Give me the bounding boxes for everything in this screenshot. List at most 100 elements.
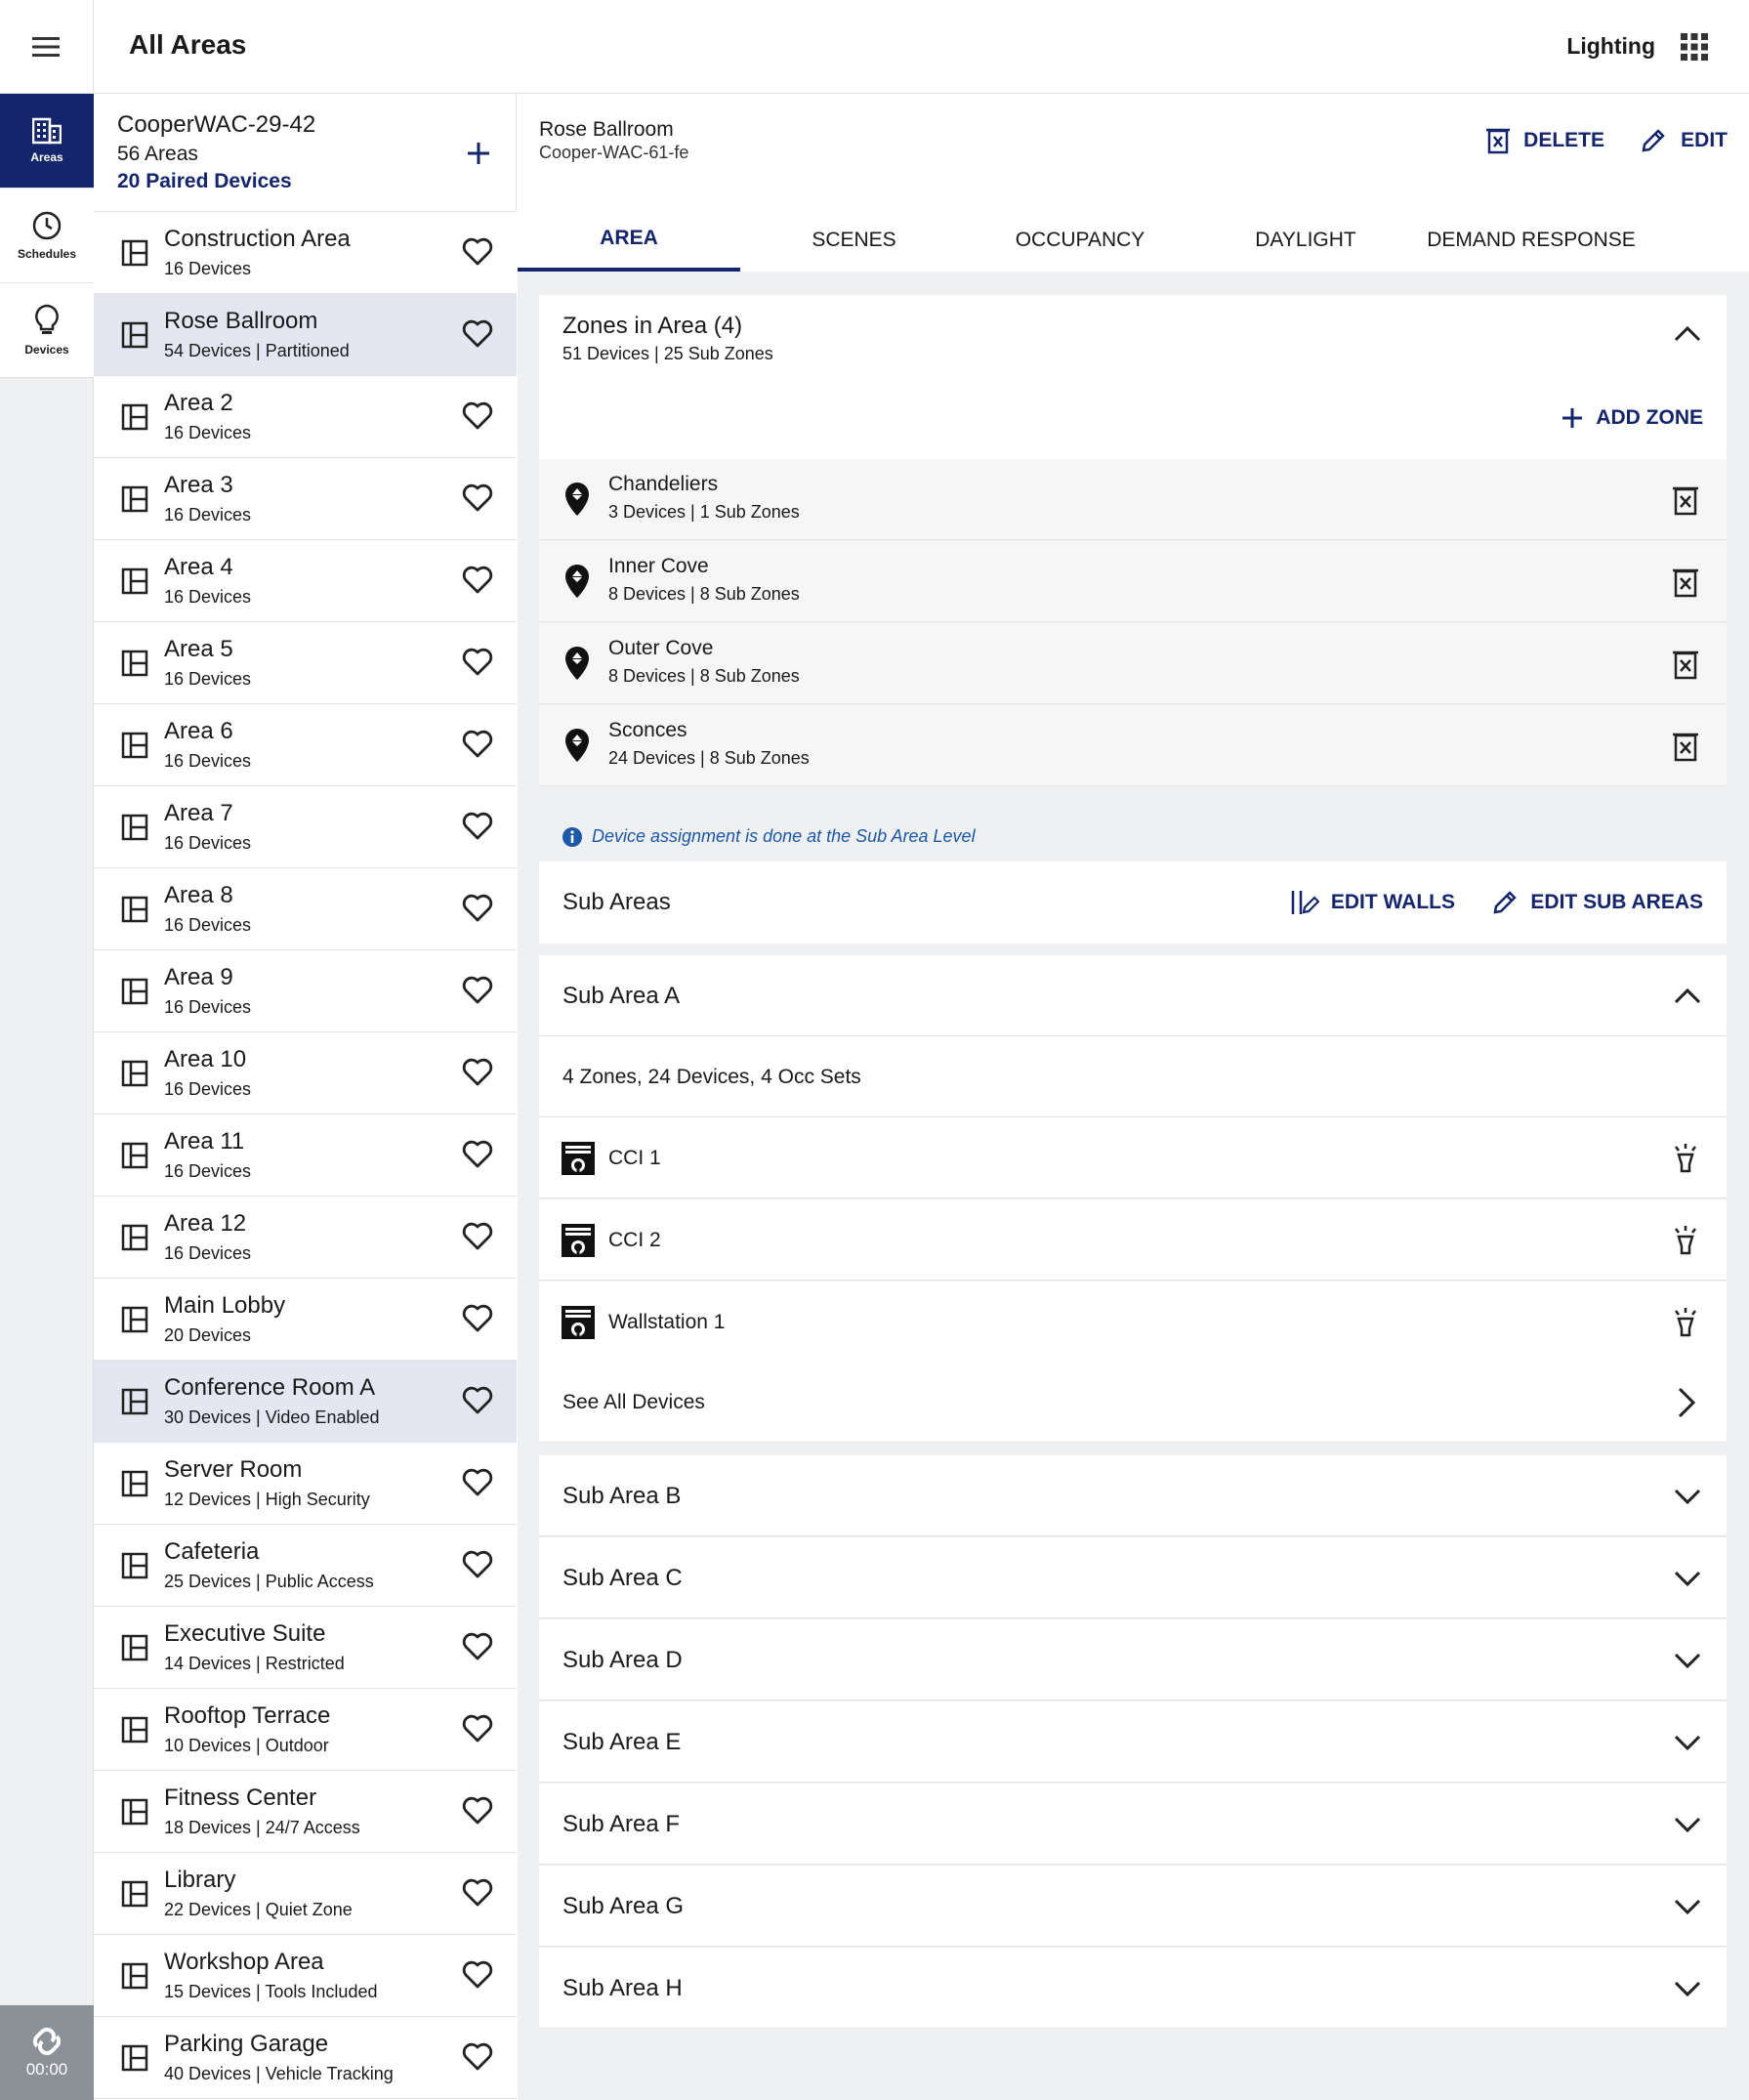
heart-icon[interactable]: [462, 648, 493, 677]
heart-icon[interactable]: [462, 1140, 493, 1169]
identify-light-icon[interactable]: [1670, 1223, 1701, 1258]
add-zone-label: ADD ZONE: [1596, 406, 1703, 429]
heart-icon[interactable]: [462, 319, 493, 349]
paired-devices-link[interactable]: 20 Paired Devices: [117, 170, 292, 193]
heart-icon[interactable]: [462, 1550, 493, 1579]
chevron-up-icon[interactable]: [1672, 981, 1703, 1012]
heart-icon[interactable]: [462, 1058, 493, 1087]
area-list-item[interactable]: Construction Area 16 Devices: [94, 212, 517, 294]
area-list-item[interactable]: Area 9 16 Devices: [94, 950, 517, 1032]
heart-icon[interactable]: [462, 483, 493, 513]
heart-icon[interactable]: [462, 401, 493, 431]
rail-item-schedules[interactable]: Schedules: [0, 189, 94, 283]
area-list-item[interactable]: Fitness Center 18 Devices | 24/7 Access: [94, 1771, 517, 1853]
heart-icon[interactable]: [462, 1714, 493, 1743]
area-list-item[interactable]: Main Lobby 20 Devices: [94, 1279, 517, 1361]
heart-icon[interactable]: [462, 2042, 493, 2072]
area-list-item[interactable]: Area 8 16 Devices: [94, 868, 517, 950]
see-all-devices-row[interactable]: See All Devices: [539, 1362, 1727, 1443]
heart-icon[interactable]: [462, 1222, 493, 1251]
tab-occupancy[interactable]: OCCUPANCY: [968, 209, 1192, 272]
heart-icon[interactable]: [462, 730, 493, 759]
app-grid-icon[interactable]: [1679, 31, 1710, 63]
area-list-item[interactable]: Area 6 16 Devices: [94, 704, 517, 786]
sub-area-row[interactable]: Sub Area D: [539, 1619, 1727, 1701]
area-list-item[interactable]: Area 5 16 Devices: [94, 622, 517, 704]
sub-area-row[interactable]: Sub Area E: [539, 1701, 1727, 1783]
identify-light-icon[interactable]: [1670, 1141, 1701, 1176]
area-list-item[interactable]: Server Room 12 Devices | High Security: [94, 1443, 517, 1525]
device-row[interactable]: CCI 2: [539, 1199, 1727, 1281]
heart-icon[interactable]: [462, 1796, 493, 1826]
heart-icon[interactable]: [462, 1632, 493, 1661]
area-list-item[interactable]: Library 22 Devices | Quiet Zone: [94, 1853, 517, 1935]
delete-icon[interactable]: [1672, 649, 1699, 680]
heart-icon[interactable]: [462, 237, 493, 267]
rail-item-devices[interactable]: Devices: [0, 283, 94, 378]
connection-status[interactable]: 00:00: [0, 2005, 94, 2100]
zone-row[interactable]: Chandeliers 3 Devices | 1 Sub Zones: [539, 459, 1727, 540]
rail-item-areas[interactable]: Areas: [0, 94, 94, 189]
chevron-down-icon[interactable]: [1672, 1809, 1703, 1840]
heart-icon[interactable]: [462, 812, 493, 841]
edit-walls-button[interactable]: EDIT WALLS: [1290, 889, 1455, 916]
delete-icon[interactable]: [1672, 731, 1699, 762]
area-list-item[interactable]: Workshop Area 15 Devices | Tools Included: [94, 1935, 517, 2017]
edit-sub-areas-button[interactable]: EDIT SUB AREAS: [1491, 889, 1703, 916]
heart-icon[interactable]: [462, 894, 493, 923]
heart-icon[interactable]: [462, 1960, 493, 1990]
heart-icon[interactable]: [462, 976, 493, 1005]
chevron-up-icon[interactable]: [1672, 318, 1703, 350]
area-list-item[interactable]: Cafeteria 25 Devices | Public Access: [94, 1525, 517, 1607]
top-bar: All Areas Lighting: [0, 0, 1749, 94]
identify-light-icon[interactable]: [1670, 1305, 1701, 1340]
delete-button[interactable]: DELETE: [1486, 127, 1604, 154]
delete-icon[interactable]: [1672, 484, 1699, 516]
area-list-item[interactable]: Conference Room A 30 Devices | Video Enab…: [94, 1361, 517, 1443]
chevron-down-icon[interactable]: [1672, 1727, 1703, 1758]
tab-area[interactable]: AREA: [518, 209, 740, 272]
zone-row[interactable]: Sconces 24 Devices | 8 Sub Zones: [539, 705, 1727, 786]
chevron-down-icon[interactable]: [1672, 1645, 1703, 1676]
heart-icon[interactable]: [462, 1878, 493, 1908]
sub-area-row[interactable]: Sub Area B: [539, 1455, 1727, 1536]
area-list-item[interactable]: Parking Garage 40 Devices | Vehicle Track…: [94, 2017, 517, 2099]
area-list-item[interactable]: Area 3 16 Devices: [94, 458, 517, 540]
heart-icon[interactable]: [462, 1304, 493, 1333]
zone-row[interactable]: Inner Cove 8 Devices | 8 Sub Zones: [539, 541, 1727, 622]
heart-icon[interactable]: [462, 566, 493, 595]
menu-button[interactable]: [0, 0, 94, 94]
heart-icon[interactable]: [462, 1468, 493, 1497]
hamburger-menu-icon: [31, 37, 60, 57]
area-list-item[interactable]: Area 7 16 Devices: [94, 786, 517, 868]
add-area-icon[interactable]: [464, 139, 493, 168]
zone-row[interactable]: Outer Cove 8 Devices | 8 Sub Zones: [539, 623, 1727, 704]
area-list-item[interactable]: Rose Ballroom 54 Devices | Partitioned: [94, 294, 517, 376]
area-list-item[interactable]: Area 2 16 Devices: [94, 376, 517, 458]
tab-scenes[interactable]: SCENES: [740, 209, 968, 272]
area-list-item[interactable]: Area 4 16 Devices: [94, 540, 517, 622]
device-row[interactable]: CCI 1: [539, 1117, 1727, 1198]
sub-area-row[interactable]: Sub Area G: [539, 1866, 1727, 1947]
chevron-down-icon[interactable]: [1672, 1973, 1703, 2004]
sub-area-row[interactable]: Sub Area C: [539, 1537, 1727, 1618]
delete-icon[interactable]: [1672, 567, 1699, 598]
tab-daylight[interactable]: DAYLIGHT: [1192, 209, 1419, 272]
area-list-item[interactable]: Rooftop Terrace 10 Devices | Outdoor: [94, 1689, 517, 1771]
chevron-down-icon[interactable]: [1672, 1891, 1703, 1922]
zone-name: Chandeliers: [608, 473, 719, 495]
sub-area-row[interactable]: Sub Area A: [539, 955, 1727, 1036]
edit-button[interactable]: EDIT: [1640, 127, 1728, 154]
add-zone-button[interactable]: ADD ZONE: [1561, 406, 1703, 430]
chevron-down-icon[interactable]: [1672, 1481, 1703, 1512]
sub-area-row[interactable]: Sub Area F: [539, 1784, 1727, 1865]
device-row[interactable]: Wallstation 1: [539, 1281, 1727, 1363]
sub-area-row[interactable]: Sub Area H: [539, 1948, 1727, 2029]
area-list-item[interactable]: Area 10 16 Devices: [94, 1032, 517, 1114]
area-list-item[interactable]: Executive Suite 14 Devices | Restricted: [94, 1607, 517, 1689]
tab-demand-response[interactable]: DEMAND RESPONSE: [1419, 209, 1644, 272]
chevron-down-icon[interactable]: [1672, 1563, 1703, 1594]
area-list-item[interactable]: Area 12 16 Devices: [94, 1197, 517, 1279]
area-list-item[interactable]: Area 11 16 Devices: [94, 1114, 517, 1197]
heart-icon[interactable]: [462, 1386, 493, 1415]
